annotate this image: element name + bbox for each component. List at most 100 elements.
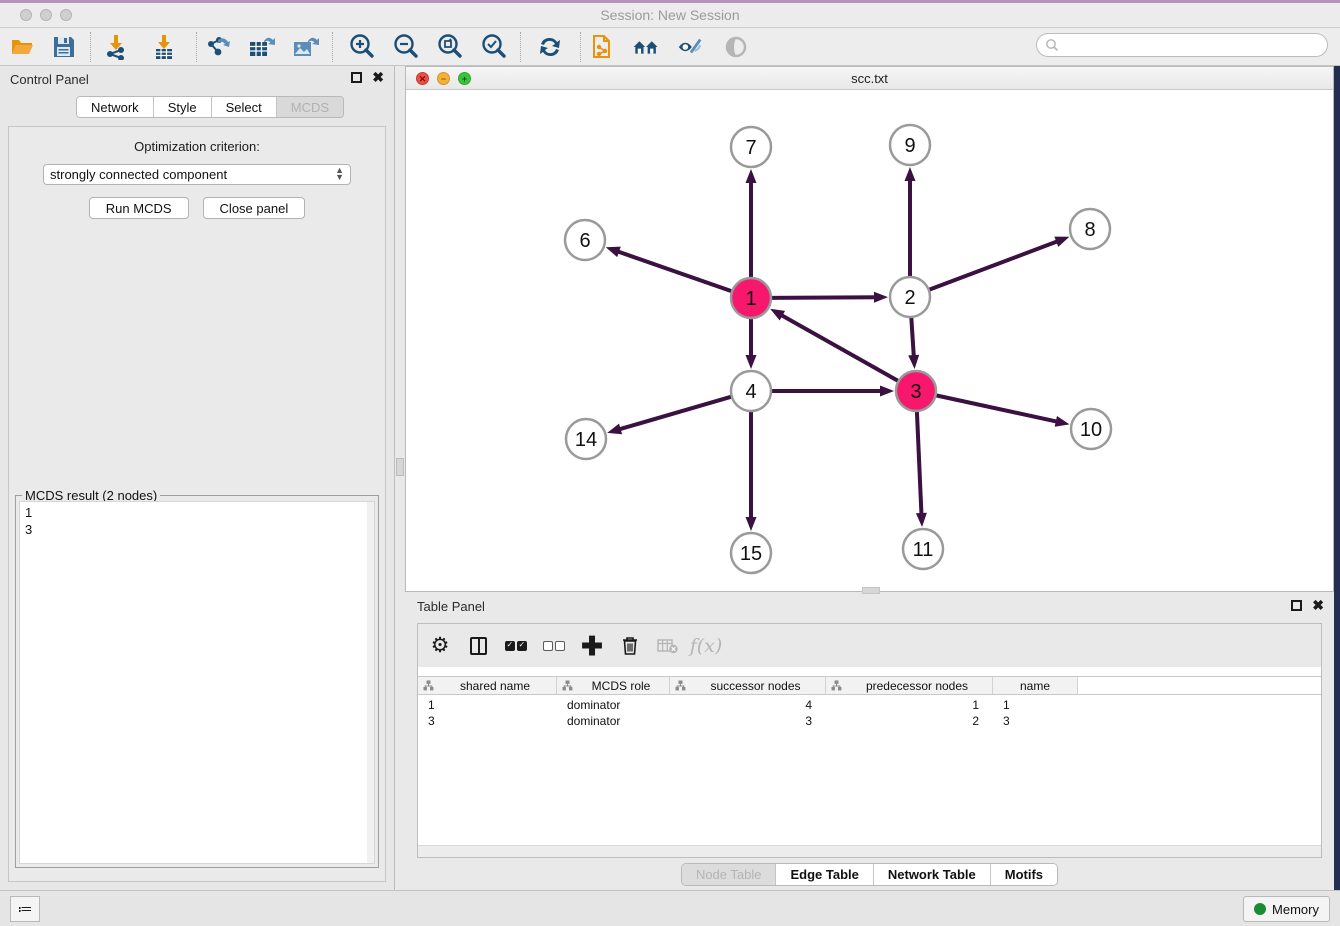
main-toolbar — [0, 28, 1340, 66]
search-input[interactable] — [1063, 38, 1327, 52]
edge-3-1[interactable] — [778, 313, 899, 381]
edge-3-11[interactable] — [917, 411, 922, 518]
table-hscroll-area[interactable] — [418, 845, 1321, 857]
node-label-1: 1 — [745, 288, 756, 310]
cell-name[interactable]: 1 — [993, 697, 1078, 713]
cell-predecessor-nodes[interactable]: 1 — [826, 697, 993, 713]
tab-mcds[interactable]: MCDS — [277, 97, 343, 117]
column-type-tree-icon — [675, 680, 686, 691]
task-history-list-icon[interactable]: ≔ — [10, 896, 40, 922]
show-columns-icon[interactable] — [466, 634, 490, 658]
node-label-2: 2 — [904, 287, 915, 309]
cell-shared-name[interactable]: 1 — [418, 697, 557, 713]
cell-MCDS-role[interactable]: dominator — [557, 697, 670, 713]
zoom-out-icon[interactable] — [392, 34, 420, 60]
arrowhead-icon — [874, 292, 888, 303]
vertical-splitter-grip[interactable] — [396, 458, 404, 476]
open-session-icon[interactable] — [8, 34, 36, 60]
cell-MCDS-role[interactable]: dominator — [557, 713, 670, 729]
tab-node-table[interactable]: Node Table — [682, 864, 777, 885]
column-header-shared-name[interactable]: shared name — [418, 677, 557, 694]
float-table-panel-icon[interactable] — [1291, 600, 1302, 611]
search-field-container[interactable] — [1036, 33, 1328, 57]
network-canvas[interactable]: 1234678910111415 — [406, 91, 1333, 591]
edge-1-2[interactable] — [771, 297, 879, 298]
node-label-14: 14 — [575, 429, 597, 451]
node-table-container: ⚙ ✚ f(x) shared nameMCDS rolesuccessor n… — [417, 623, 1322, 858]
delete-column-trash-icon[interactable] — [618, 634, 642, 658]
column-header-name[interactable]: name — [993, 677, 1078, 694]
arrowhead-icon — [770, 309, 785, 321]
close-panel-button[interactable]: Close panel — [203, 197, 306, 219]
toolbar-separator — [580, 32, 581, 62]
node-label-3: 3 — [910, 381, 921, 403]
search-icon — [1045, 38, 1059, 52]
add-column-icon[interactable]: ✚ — [580, 634, 604, 658]
home-icon[interactable] — [632, 34, 660, 60]
toolbar-separator — [196, 32, 197, 62]
edge-2-3[interactable] — [911, 317, 914, 360]
column-header-label: predecessor nodes — [842, 679, 992, 693]
optimization-criterion-select[interactable]: strongly connected component ▲▼ — [43, 164, 351, 185]
cell-shared-name[interactable]: 3 — [418, 713, 557, 729]
tab-motifs[interactable]: Motifs — [991, 864, 1057, 885]
edge-3-10[interactable] — [936, 395, 1061, 422]
arrowhead-icon — [880, 386, 894, 397]
window-title: Session: New Session — [0, 7, 1340, 23]
horizontal-splitter-grip[interactable] — [862, 587, 880, 594]
node-label-10: 10 — [1080, 419, 1102, 441]
zoom-selected-icon[interactable] — [480, 34, 508, 60]
import-network-icon[interactable] — [102, 34, 130, 60]
export-table-icon[interactable] — [248, 34, 276, 60]
arrowhead-icon — [607, 424, 622, 435]
cell-name[interactable]: 3 — [993, 713, 1078, 729]
column-header-predecessor-nodes[interactable]: predecessor nodes — [826, 677, 993, 694]
tab-network[interactable]: Network — [77, 97, 154, 117]
select-all-columns-icon[interactable] — [504, 634, 528, 658]
float-panel-icon[interactable] — [351, 72, 362, 83]
control-panel-title: Control Panel — [10, 72, 89, 87]
network-view-window: ✕ − + scc.txt 1234678910111415 — [405, 66, 1334, 592]
import-table-icon[interactable] — [150, 34, 178, 60]
tab-style[interactable]: Style — [154, 97, 212, 117]
export-network-icon[interactable] — [204, 34, 232, 60]
toolbar-separator — [90, 32, 91, 62]
export-image-icon[interactable] — [292, 34, 320, 60]
cell-successor-nodes[interactable]: 4 — [670, 697, 826, 713]
edge-4-14[interactable] — [616, 397, 732, 431]
tab-select[interactable]: Select — [212, 97, 277, 117]
mcds-result-text[interactable]: 1 3 — [19, 501, 375, 864]
style-eye-icon[interactable] — [676, 34, 704, 60]
titlebar: Session: New Session — [0, 3, 1340, 28]
table-row[interactable]: 3dominator323 — [418, 713, 1321, 729]
tab-edge-table[interactable]: Edge Table — [776, 864, 873, 885]
network-graph[interactable]: 1234678910111415 — [406, 91, 1333, 592]
column-header-MCDS-role[interactable]: MCDS role — [557, 677, 670, 694]
network-window-titlebar[interactable]: ✕ − + scc.txt — [406, 67, 1333, 90]
mcds-result-group: MCDS result (2 nodes) 1 3 — [15, 495, 379, 868]
node-label-6: 6 — [579, 230, 590, 252]
toolbar-separator — [520, 32, 521, 62]
table-row[interactable]: 1dominator411 — [418, 697, 1321, 713]
edge-1-6[interactable] — [614, 250, 732, 291]
result-scrollbar[interactable] — [367, 502, 374, 863]
close-panel-icon[interactable]: ✖ — [372, 72, 384, 83]
run-mcds-button[interactable]: Run MCDS — [89, 197, 189, 219]
vertical-splitter[interactable] — [394, 66, 405, 890]
function-builder-icon: f(x) — [694, 634, 718, 658]
save-session-icon[interactable] — [50, 34, 78, 60]
close-table-panel-icon[interactable]: ✖ — [1312, 600, 1324, 611]
node-label-4: 4 — [745, 381, 756, 403]
apply-layout-icon[interactable] — [536, 34, 564, 60]
memory-button[interactable]: Memory — [1243, 896, 1330, 922]
deselect-all-columns-icon[interactable] — [542, 634, 566, 658]
edge-2-8[interactable] — [929, 240, 1061, 290]
tab-network-table[interactable]: Network Table — [874, 864, 991, 885]
cell-successor-nodes[interactable]: 3 — [670, 713, 826, 729]
zoom-in-icon[interactable] — [348, 34, 376, 60]
zoom-fit-icon[interactable] — [436, 34, 464, 60]
table-settings-gear-icon[interactable]: ⚙ — [428, 634, 452, 658]
column-header-successor-nodes[interactable]: successor nodes — [670, 677, 826, 694]
clone-network-icon[interactable] — [590, 34, 618, 60]
cell-predecessor-nodes[interactable]: 2 — [826, 713, 993, 729]
